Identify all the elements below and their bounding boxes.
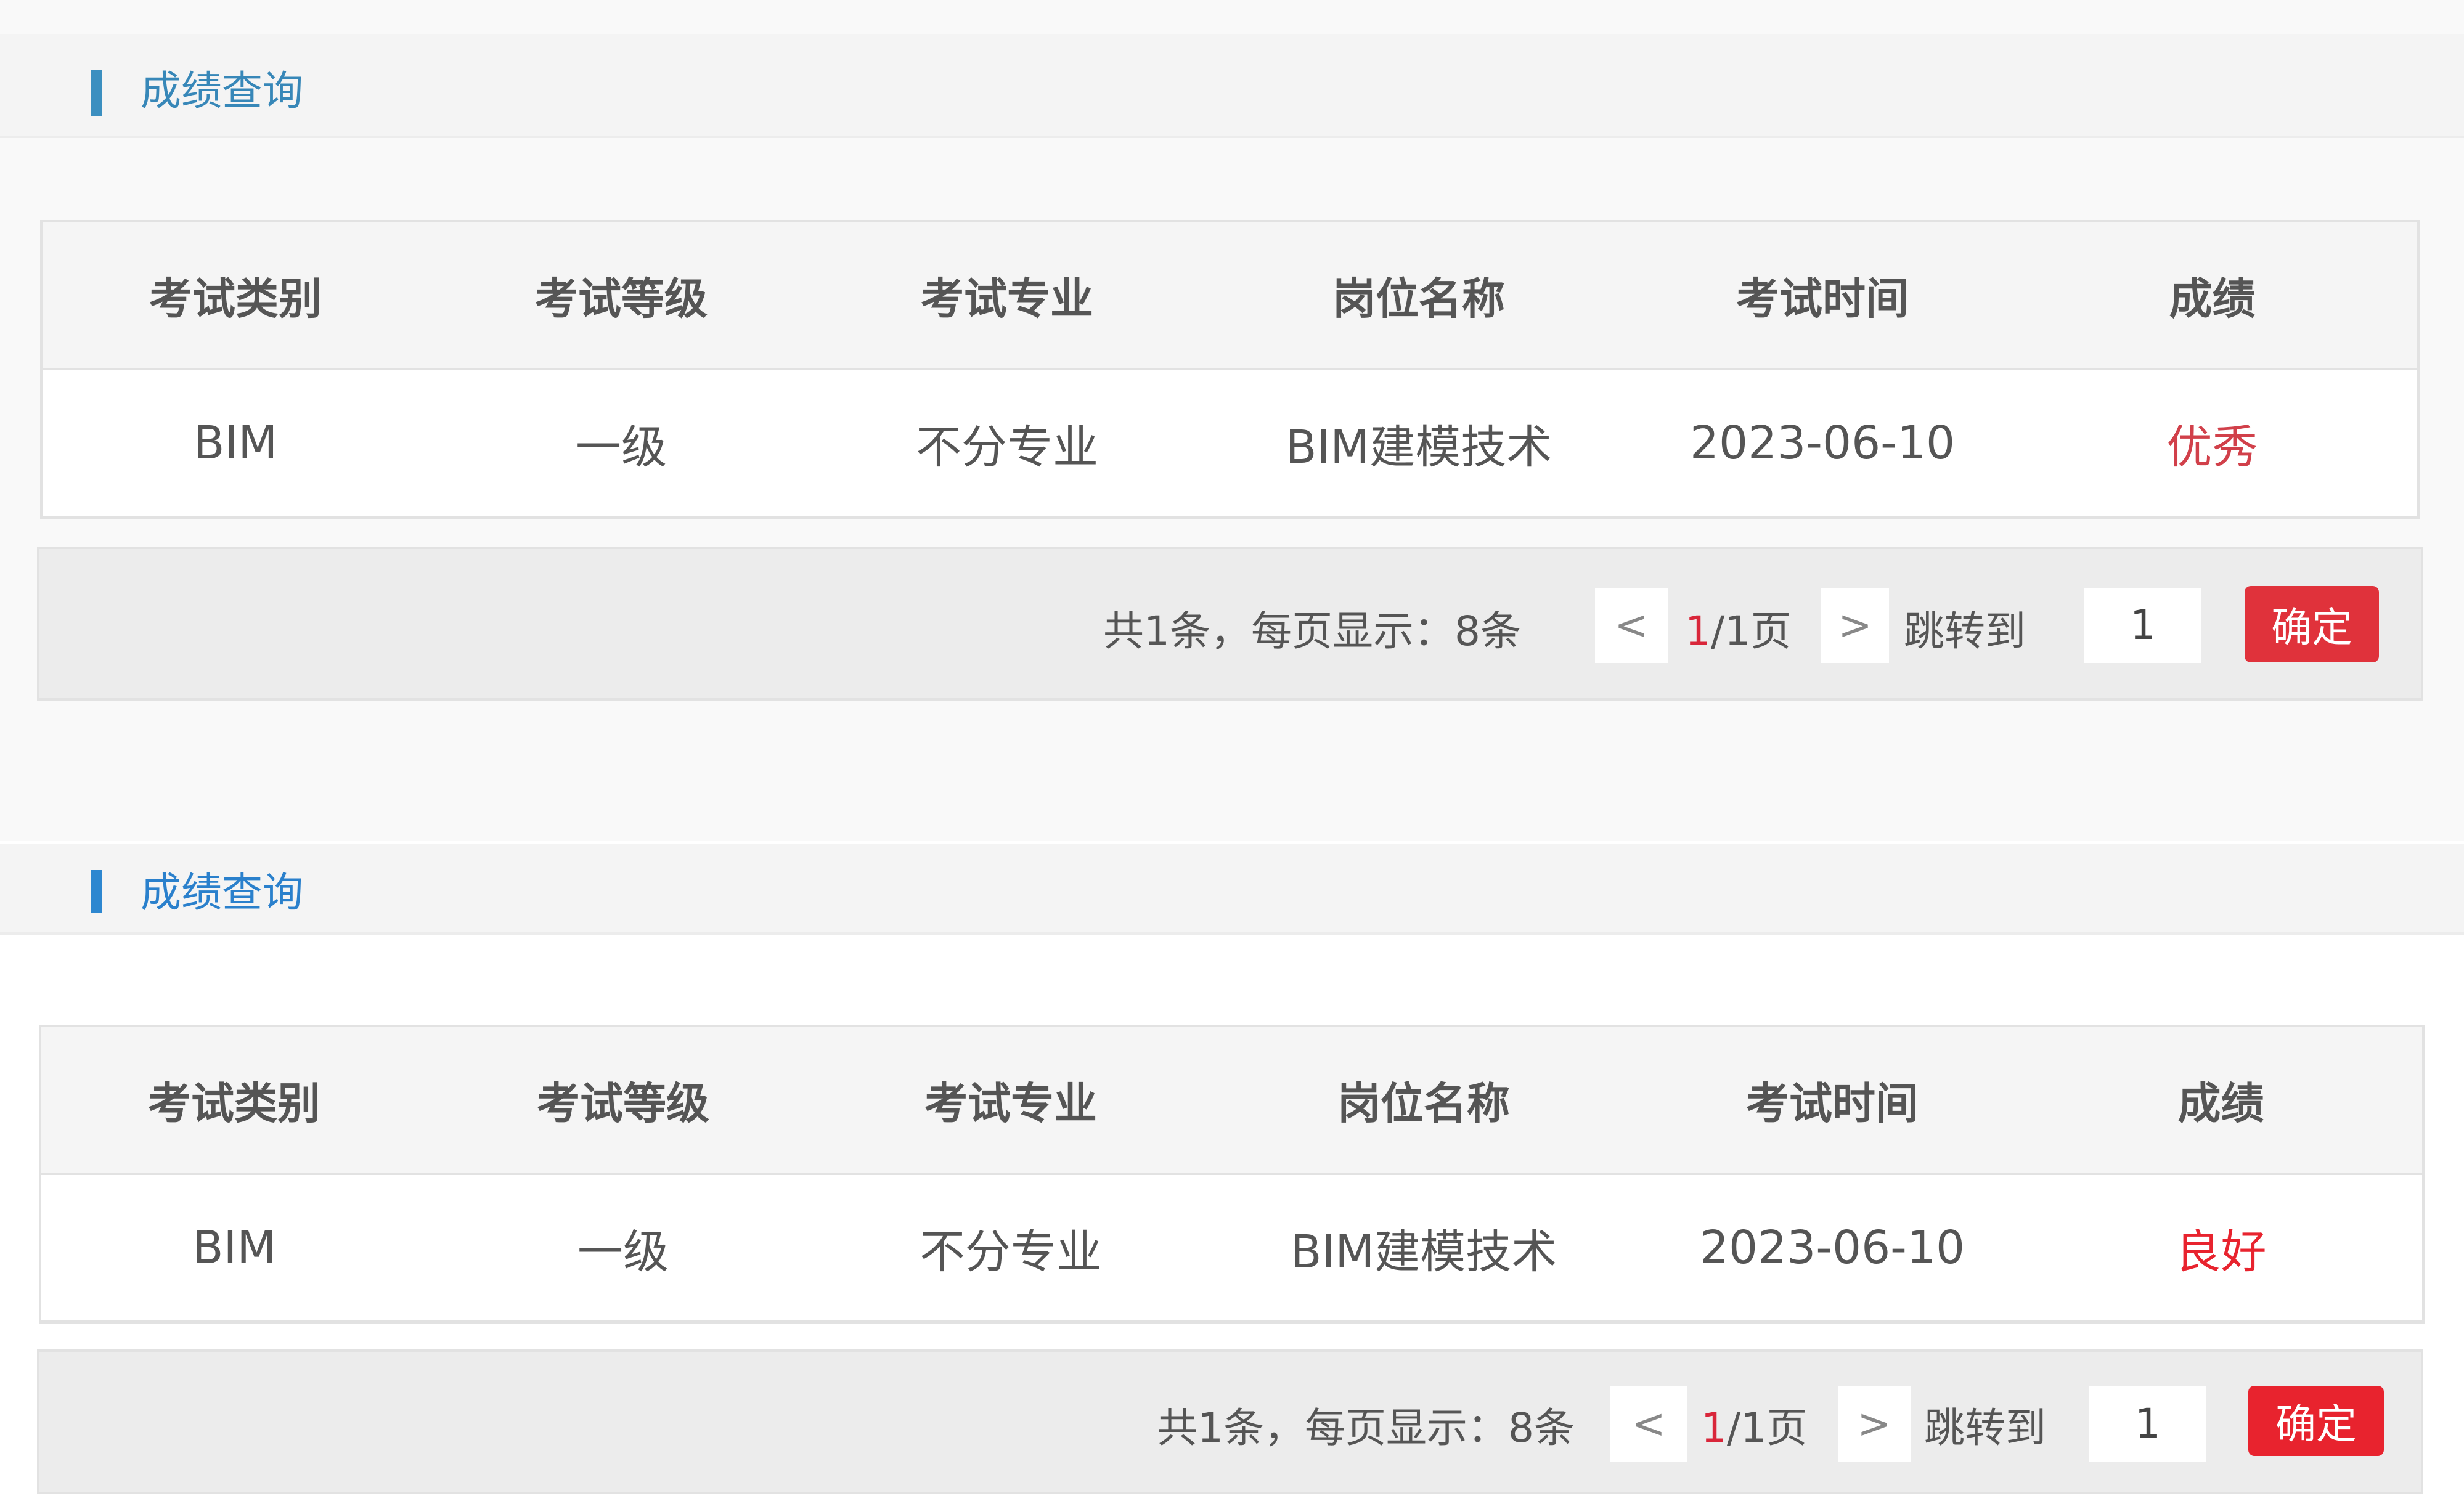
- pagination-bar: 共1条，每页显示：8条 < 1/1页 > 跳转到 确定: [37, 547, 2423, 701]
- cell-score: 良好: [2020, 1174, 2425, 1324]
- table-row: BIM 一级 不分专业 BIM建模技术 2023-06-10 良好: [39, 1174, 2425, 1324]
- column-header-exam-category: 考试类别: [39, 1025, 427, 1175]
- confirm-button[interactable]: 确定: [2248, 1386, 2384, 1456]
- section-title: 成绩查询: [141, 869, 303, 916]
- prev-page-button[interactable]: <: [1610, 1386, 1687, 1462]
- cell-score: 优秀: [2007, 369, 2420, 519]
- column-header-exam-major: 考试专业: [819, 1025, 1202, 1175]
- title-accent-bar: [91, 70, 102, 116]
- column-header-score: 成绩: [2007, 220, 2420, 370]
- cell-exam-level: 一级: [427, 1174, 819, 1324]
- score-table: 考试类别 考试等级 考试专业 岗位名称 考试时间 成绩 BIM 一级 不分专业 …: [39, 1025, 2425, 1324]
- score-panel-2: 成绩查询 考试类别 考试等级 考试专业 岗位名称 考试时间 成绩 BIM 一级 …: [0, 841, 2464, 1509]
- next-page-button[interactable]: >: [1838, 1386, 1911, 1462]
- cell-position-name: BIM建模技术: [1202, 1174, 1645, 1324]
- column-header-exam-date: 考试时间: [1645, 1025, 2020, 1175]
- jump-page-input[interactable]: [2089, 1386, 2206, 1462]
- cell-exam-date: 2023-06-10: [1645, 1174, 2020, 1324]
- column-header-position-name: 岗位名称: [1202, 1025, 1645, 1175]
- total-pages: /1页: [1727, 1404, 1808, 1452]
- cell-exam-major: 不分专业: [814, 369, 1200, 519]
- column-header-score: 成绩: [2020, 1025, 2425, 1175]
- cell-exam-category: BIM: [40, 369, 428, 519]
- prev-page-button[interactable]: <: [1595, 588, 1668, 663]
- current-page-number: 1: [1685, 608, 1711, 655]
- pagination-summary: 共1条，每页显示：8条: [1157, 1404, 1575, 1452]
- column-header-exam-major: 考试专业: [814, 220, 1200, 370]
- page-indicator: 1/1页: [1685, 598, 1791, 657]
- score-table: 考试类别 考试等级 考试专业 岗位名称 考试时间 成绩 BIM 一级 不分专业 …: [40, 220, 2420, 519]
- pagination-bar: 共1条，每页显示：8条 < 1/1页 > 跳转到 确定: [37, 1349, 2423, 1494]
- cell-position-name: BIM建模技术: [1200, 369, 1638, 519]
- score-panel-1: 成绩查询 考试类别 考试等级 考试专业 岗位名称 考试时间 成绩 BIM 一级 …: [0, 0, 2464, 841]
- section-header: 成绩查询: [0, 844, 2464, 935]
- column-header-exam-category: 考试类别: [40, 220, 428, 370]
- table-header-row: 考试类别 考试等级 考试专业 岗位名称 考试时间 成绩: [39, 1025, 2425, 1175]
- table-header-row: 考试类别 考试等级 考试专业 岗位名称 考试时间 成绩: [40, 220, 2420, 370]
- column-header-exam-level: 考试等级: [428, 220, 814, 370]
- section-title: 成绩查询: [141, 67, 303, 115]
- current-page-number: 1: [1701, 1404, 1727, 1452]
- pagination-summary: 共1条，每页显示：8条: [1103, 608, 1521, 655]
- jump-to-label: 跳转到: [1904, 608, 2026, 655]
- cell-exam-category: BIM: [39, 1174, 427, 1324]
- column-header-exam-date: 考试时间: [1638, 220, 2007, 370]
- confirm-button[interactable]: 确定: [2245, 586, 2379, 662]
- page-indicator: 1/1页: [1701, 1395, 1807, 1454]
- column-header-position-name: 岗位名称: [1200, 220, 1638, 370]
- cell-exam-date: 2023-06-10: [1638, 369, 2007, 519]
- cell-exam-major: 不分专业: [819, 1174, 1202, 1324]
- total-pages: /1页: [1711, 608, 1792, 655]
- column-header-exam-level: 考试等级: [427, 1025, 819, 1175]
- section-header: 成绩查询: [0, 34, 2464, 138]
- jump-to-label: 跳转到: [1924, 1404, 2046, 1452]
- cell-exam-level: 一级: [428, 369, 814, 519]
- table-row: BIM 一级 不分专业 BIM建模技术 2023-06-10 优秀: [40, 369, 2420, 519]
- next-page-button[interactable]: >: [1821, 588, 1889, 663]
- jump-page-input[interactable]: [2084, 588, 2201, 663]
- title-accent-bar: [91, 870, 102, 913]
